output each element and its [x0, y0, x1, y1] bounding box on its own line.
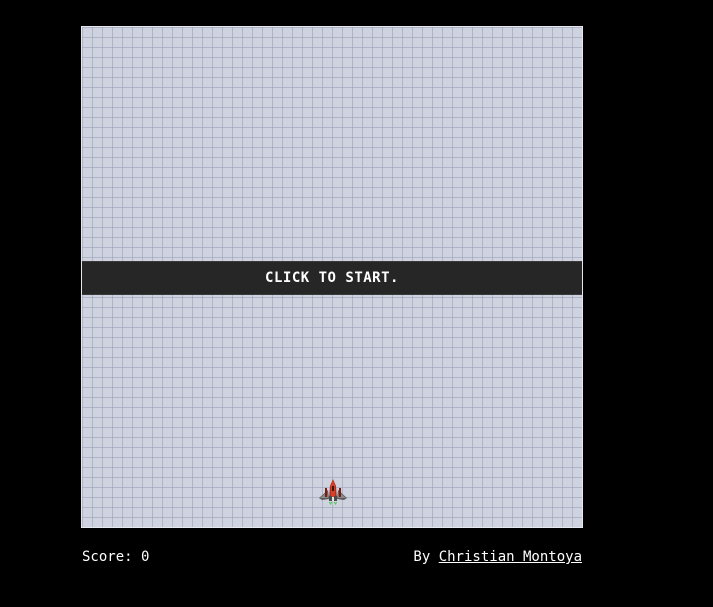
score-display: Score: 0: [82, 549, 149, 565]
score-value: 0: [141, 549, 150, 565]
score-label: Score:: [82, 549, 133, 565]
spaceship-icon: [319, 479, 347, 505]
game-board[interactable]: CLICK TO START.: [81, 26, 583, 528]
by-label: By: [413, 549, 431, 565]
start-banner[interactable]: CLICK TO START.: [82, 261, 582, 295]
author-credit: By Christian Montoya: [413, 549, 582, 565]
start-prompt: CLICK TO START.: [265, 270, 399, 286]
author-link[interactable]: Christian Montoya: [439, 549, 582, 565]
